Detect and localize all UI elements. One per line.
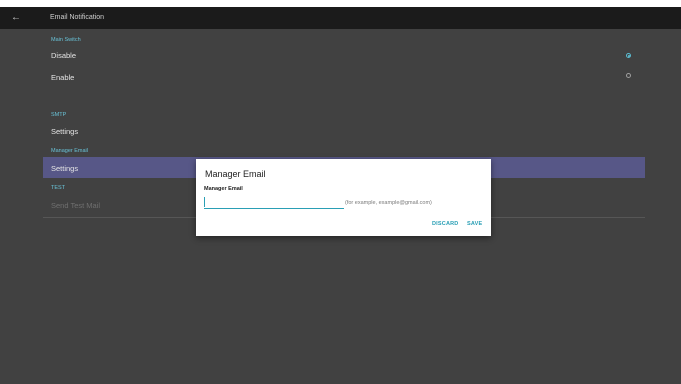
section-label-manager-email: Manager Email [51, 148, 88, 154]
email-hint: (for example, example@gmail.com) [345, 200, 432, 206]
email-input[interactable] [204, 196, 344, 209]
page-title: Email Notification [50, 14, 105, 21]
send-test-mail[interactable]: Send Test Mail [51, 201, 100, 210]
back-arrow-icon[interactable]: ← [11, 10, 21, 26]
disable-radio[interactable] [626, 53, 631, 58]
field-label: Manager Email [204, 186, 243, 192]
text-cursor [204, 197, 205, 207]
option-enable[interactable]: Enable [51, 73, 74, 82]
app-bar: ← Email Notification [0, 7, 681, 29]
dialog-title: Manager Email [205, 169, 266, 179]
smtp-settings[interactable]: Settings [51, 127, 78, 136]
section-label-test: TEST [51, 185, 66, 191]
section-label-main-switch: Main Switch [51, 37, 81, 43]
manager-email-settings[interactable]: Settings [51, 164, 78, 173]
manager-email-dialog: Manager Email Manager Email (for example… [196, 159, 491, 236]
enable-radio[interactable] [626, 73, 631, 78]
option-disable[interactable]: Disable [51, 51, 76, 60]
discard-button[interactable]: DISCARD [432, 221, 458, 227]
save-button[interactable]: SAVE [467, 221, 482, 227]
top-strip [0, 0, 681, 7]
section-label-smtp: SMTP [51, 112, 67, 118]
